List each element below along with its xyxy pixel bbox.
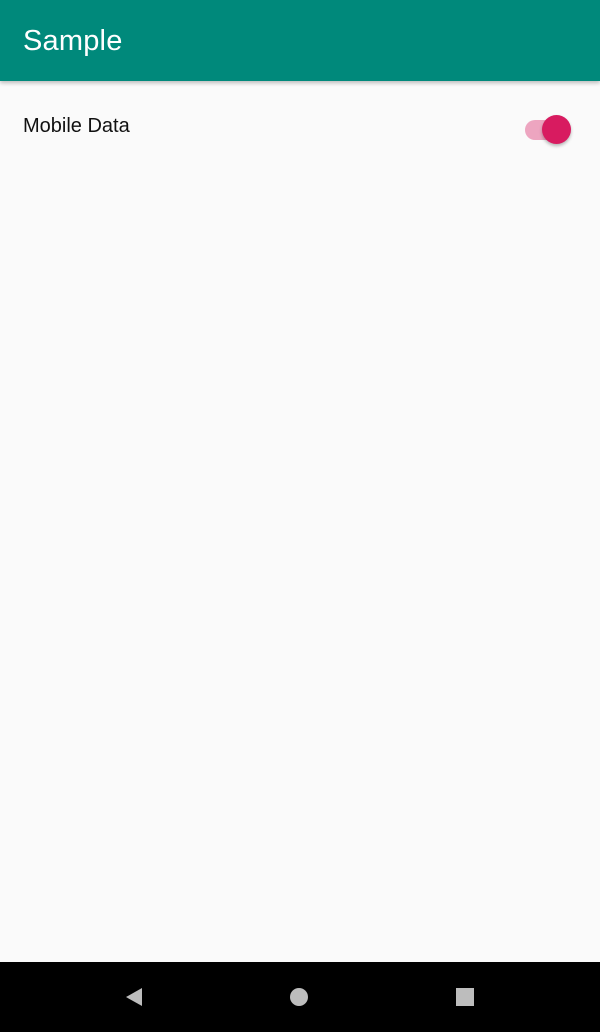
app-bar: Sample [0, 0, 600, 81]
system-navigation-bar [0, 962, 600, 1032]
recents-button[interactable] [445, 977, 485, 1017]
mobile-data-label: Mobile Data [23, 115, 130, 137]
home-button[interactable] [279, 977, 319, 1017]
screen: Sample Mobile Data [0, 0, 600, 1032]
mobile-data-setting[interactable]: Mobile Data [0, 103, 600, 149]
recents-icon [456, 988, 474, 1006]
switch-thumb [542, 115, 571, 144]
home-icon [290, 988, 308, 1006]
mobile-data-switch[interactable] [523, 109, 575, 144]
content-area: Mobile Data [0, 81, 600, 962]
back-icon [126, 988, 142, 1006]
back-button[interactable] [114, 977, 154, 1017]
app-title: Sample [23, 25, 123, 57]
